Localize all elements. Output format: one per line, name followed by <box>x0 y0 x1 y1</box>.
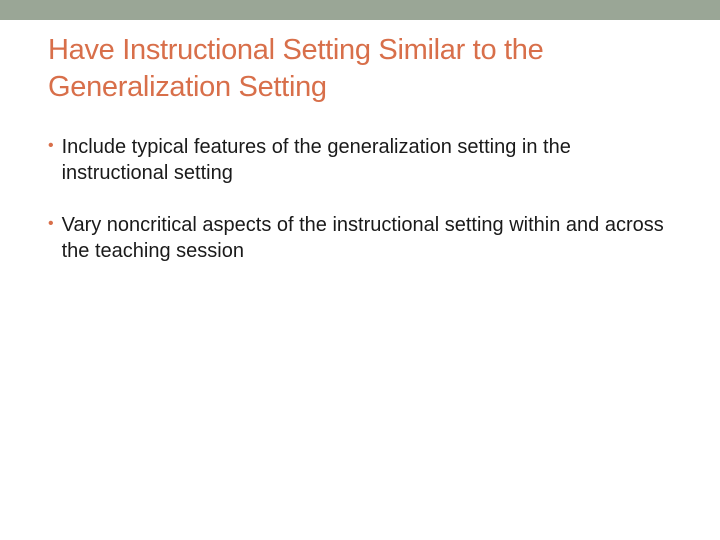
list-item: • Vary noncritical aspects of the instru… <box>48 212 672 264</box>
slide-content: Have Instructional Setting Similar to th… <box>0 20 720 264</box>
slide-title: Have Instructional Setting Similar to th… <box>48 32 672 106</box>
bullet-icon: • <box>48 214 54 235</box>
top-accent-bar <box>0 0 720 20</box>
bullet-list: • Include typical features of the genera… <box>48 134 672 264</box>
bullet-text: Include typical features of the generali… <box>62 134 672 186</box>
bullet-icon: • <box>48 136 54 157</box>
list-item: • Include typical features of the genera… <box>48 134 672 186</box>
bullet-text: Vary noncritical aspects of the instruct… <box>62 212 672 264</box>
